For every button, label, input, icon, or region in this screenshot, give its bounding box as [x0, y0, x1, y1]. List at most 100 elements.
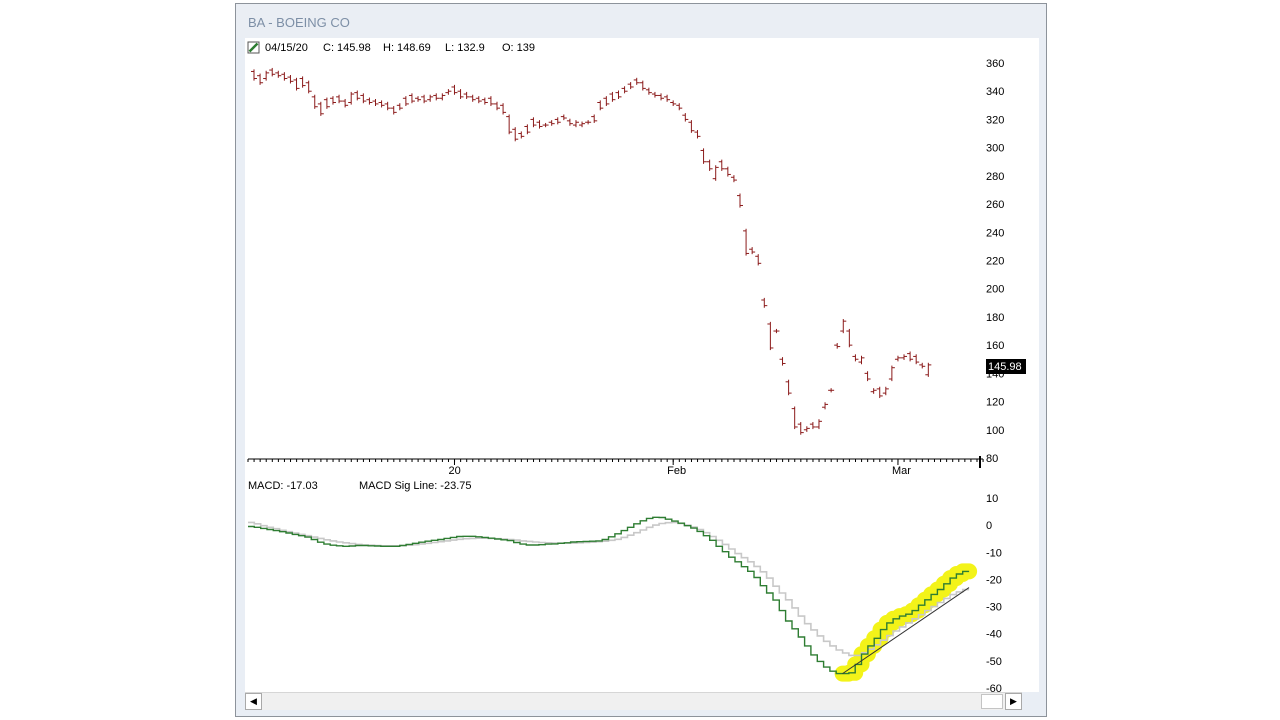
- price-bar: [566, 118, 573, 126]
- header-date: 04/15/20: [265, 42, 308, 54]
- chart-area[interactable]: 04/15/20 C: 145.98 H: 148.69 L: 132.9 O:…: [245, 38, 1039, 692]
- price-bar: [718, 159, 725, 171]
- price-bar: [512, 127, 519, 142]
- price-bar: [530, 117, 537, 128]
- price-bar: [408, 93, 415, 104]
- price-bar: [901, 354, 908, 360]
- price-bar: [864, 371, 871, 382]
- price-bar: [433, 93, 440, 101]
- price-bar: [767, 321, 774, 351]
- price-tick-label: 260: [986, 199, 1004, 211]
- price-bar: [518, 131, 525, 139]
- macd-tick-label: -60: [986, 683, 1002, 692]
- macd-tick-label: -50: [986, 656, 1002, 668]
- price-bar: [591, 114, 598, 123]
- macd-tick-label: -30: [986, 602, 1002, 614]
- price-bar: [852, 354, 859, 362]
- price-bar: [348, 91, 355, 105]
- price-bar: [275, 70, 282, 78]
- price-bar: [779, 357, 786, 366]
- price-bar: [323, 97, 330, 109]
- price-tick-label: 120: [986, 397, 1004, 409]
- price-bar: [633, 77, 640, 85]
- price-bar: [293, 77, 300, 91]
- price-bar: [378, 100, 385, 108]
- header-open: O: 139: [502, 42, 535, 54]
- price-tick-label: 220: [986, 256, 1004, 268]
- macd-tick-label: -10: [986, 547, 1002, 559]
- price-bar: [336, 94, 343, 104]
- price-bar: [809, 422, 816, 430]
- price-tick-label: 240: [986, 227, 1004, 239]
- price-bar: [439, 93, 446, 101]
- macd-signal-label: MACD Sig Line: -23.75: [359, 480, 472, 492]
- price-bar: [858, 355, 865, 365]
- price-bar: [457, 89, 464, 99]
- price-bar: [396, 103, 403, 111]
- price-bar: [542, 122, 549, 128]
- price-bar: [694, 130, 701, 139]
- price-bar: [913, 354, 920, 365]
- app-window: BA - BOEING CO 04/15/20 C: 145.98 H: 148…: [235, 3, 1047, 717]
- trendline: [842, 587, 970, 675]
- price-bar: [524, 124, 531, 135]
- price-bar: [469, 94, 476, 102]
- x-tick-label: 20: [448, 465, 460, 477]
- price-bar: [451, 84, 458, 95]
- price-tick-label: 360: [986, 58, 1004, 70]
- price-bar: [554, 117, 561, 125]
- price-bar: [415, 96, 422, 102]
- price-bar: [791, 406, 798, 430]
- price-bar: [822, 402, 829, 410]
- scroll-left-button[interactable]: ◀: [245, 693, 262, 710]
- price-bar: [846, 328, 853, 348]
- price-bar: [384, 101, 391, 111]
- price-bar: [743, 228, 750, 256]
- price-bar: [670, 100, 677, 107]
- price-bar: [585, 120, 592, 125]
- price-bar: [572, 120, 579, 128]
- price-bar: [475, 96, 482, 104]
- price-tick-label: 200: [986, 284, 1004, 296]
- price-tick-label: 320: [986, 114, 1004, 126]
- price-bar: [876, 386, 883, 399]
- price-bar: [730, 175, 737, 183]
- macd-tick-label: -20: [986, 574, 1002, 586]
- price-tick-label: 80: [986, 453, 998, 465]
- window-title: BA - BOEING CO: [248, 15, 350, 30]
- price-bar: [281, 72, 288, 81]
- price-bar: [257, 73, 264, 85]
- scroll-right-button[interactable]: ▶: [1005, 693, 1022, 710]
- price-tick-label: 340: [986, 86, 1004, 98]
- price-bar: [749, 247, 756, 255]
- price-bar: [627, 82, 634, 90]
- price-bar: [773, 328, 780, 334]
- price-bar: [360, 93, 367, 104]
- price-bar: [579, 121, 586, 128]
- price-bar: [888, 365, 895, 382]
- horizontal-scrollbar[interactable]: ◀ ▶: [245, 692, 1022, 710]
- price-bar: [390, 106, 397, 115]
- last-price-marker: 145.98: [986, 359, 1026, 374]
- price-bar: [299, 76, 306, 88]
- price-bar: [907, 351, 914, 362]
- price-bar: [445, 89, 452, 95]
- price-bar: [609, 91, 616, 102]
- price-bar: [481, 97, 488, 105]
- price-bar: [548, 120, 555, 126]
- price-bar: [870, 388, 877, 394]
- scroll-thumb[interactable]: [981, 694, 1003, 709]
- chart-svg[interactable]: 04/15/20 C: 145.98 H: 148.69 L: 132.9 O:…: [245, 38, 1039, 692]
- price-bar: [658, 93, 665, 101]
- price-bar: [311, 94, 318, 109]
- price-bar: [372, 98, 379, 107]
- price-tick-label: 300: [986, 143, 1004, 155]
- x-tick-label: Feb: [667, 465, 686, 477]
- price-bar: [645, 87, 652, 95]
- left-arrow-icon: ◀: [250, 696, 257, 706]
- price-bar: [342, 98, 349, 108]
- price-bar: [700, 148, 707, 164]
- price-bar: [664, 94, 671, 102]
- title-bar: BA - BOEING CO: [236, 4, 1046, 38]
- price-bar: [840, 319, 847, 334]
